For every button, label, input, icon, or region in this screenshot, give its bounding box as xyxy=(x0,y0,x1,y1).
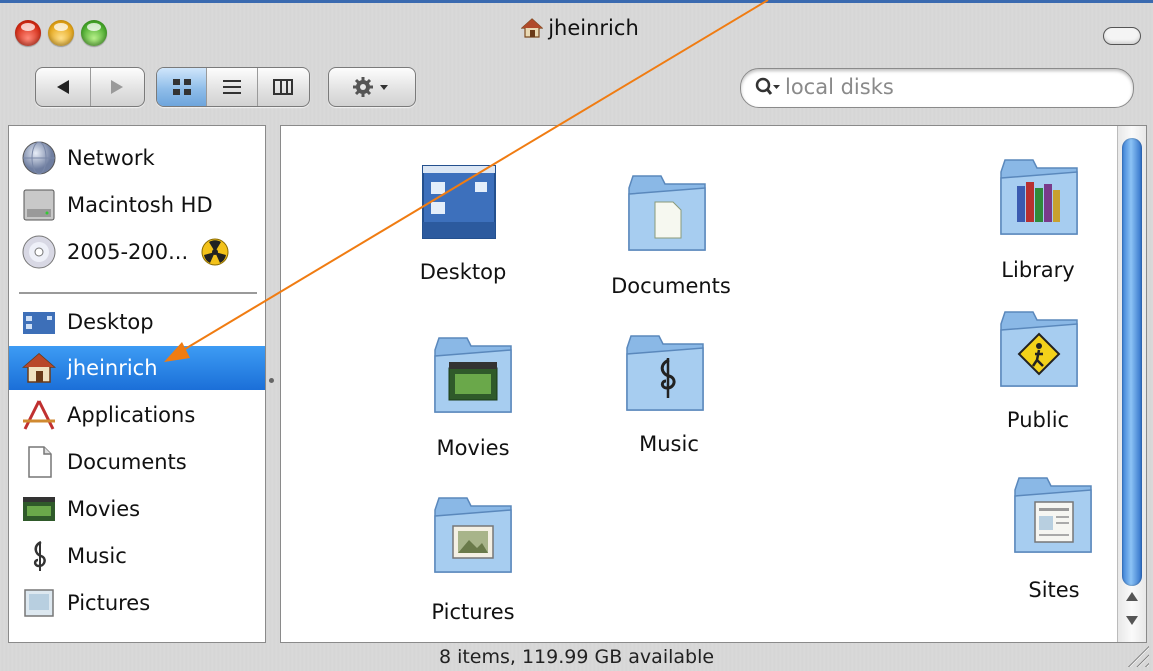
burn-icon[interactable] xyxy=(200,237,230,267)
sidebar-item-network[interactable]: Network xyxy=(9,136,265,180)
sidebar-item-movies[interactable]: Movies xyxy=(9,487,265,531)
documents-icon xyxy=(28,446,52,478)
movies-icon xyxy=(23,497,55,521)
sites-folder-icon xyxy=(1014,477,1092,553)
item-label: Desktop xyxy=(419,260,507,284)
column-view-button[interactable] xyxy=(258,68,309,106)
item-label: Library xyxy=(1001,258,1075,282)
item-label: Sites xyxy=(1028,578,1080,602)
sidebar-item-label: Network xyxy=(67,146,155,170)
hard-disk-icon xyxy=(23,189,55,221)
library-folder-icon xyxy=(1000,159,1078,235)
music-folder-icon xyxy=(626,335,704,411)
column-view-icon xyxy=(273,79,294,95)
icon-view-area: Desktop Documents Library Movies Music P… xyxy=(280,125,1147,643)
sidebar-splitter[interactable] xyxy=(269,378,274,383)
close-button[interactable] xyxy=(15,20,41,46)
vertical-scrollbar[interactable] xyxy=(1117,126,1146,642)
action-button-face[interactable] xyxy=(329,68,415,106)
applications-icon xyxy=(23,400,55,430)
item-label: Movies xyxy=(436,436,510,460)
network-globe-icon xyxy=(22,141,56,175)
search-icon xyxy=(755,77,780,95)
sidebar-separator xyxy=(19,292,257,294)
sidebar-item-macintosh-hd[interactable]: Macintosh HD xyxy=(9,183,265,227)
finder-window: jheinrich local disks Network Macintosh … xyxy=(0,0,1153,671)
gear-icon xyxy=(353,77,388,97)
home-icon xyxy=(21,353,57,383)
sidebar-item-applications[interactable]: Applications xyxy=(9,393,265,437)
search-placeholder: local disks xyxy=(785,75,894,99)
sidebar-item-label: Documents xyxy=(67,450,187,474)
icon-view-icon xyxy=(172,79,191,95)
minimize-button[interactable] xyxy=(48,20,74,46)
status-bar-text: 8 items, 119.99 GB available xyxy=(438,646,715,668)
public-folder-icon xyxy=(1000,311,1078,387)
icon-view-button[interactable] xyxy=(157,68,208,106)
item-label: Music xyxy=(639,432,699,456)
scroll-up-icon[interactable] xyxy=(1126,592,1138,601)
sidebar-item-label: Desktop xyxy=(67,310,154,334)
sidebar-item-desktop[interactable]: Desktop xyxy=(9,300,265,344)
window-title-text: jheinrich xyxy=(548,16,639,40)
forward-button[interactable] xyxy=(91,68,145,106)
toolbar-toggle-button[interactable] xyxy=(1103,27,1141,45)
window-title: jheinrich xyxy=(460,16,700,40)
documents-folder-icon xyxy=(628,175,706,251)
zoom-button[interactable] xyxy=(81,20,107,46)
sidebar-item-documents[interactable]: Documents xyxy=(9,440,265,484)
item-label: Public xyxy=(1006,408,1070,432)
item-label: Documents xyxy=(611,274,731,298)
pictures-icon xyxy=(24,589,54,617)
list-view-icon xyxy=(223,80,242,94)
music-note-icon xyxy=(33,540,46,571)
back-button[interactable] xyxy=(36,68,91,106)
sidebar-item-label: Movies xyxy=(67,497,141,521)
search-field[interactable]: local disks xyxy=(740,68,1134,108)
title-bar-edge xyxy=(0,0,1153,3)
pictures-folder-icon xyxy=(434,497,512,573)
sidebar-item-label: 2005-200... xyxy=(67,240,189,264)
sidebar-item-disc[interactable]: 2005-200... xyxy=(9,230,265,274)
sidebar-item-label: Macintosh HD xyxy=(67,193,213,217)
sidebar: Network Macintosh HD 2005-200... Desktop… xyxy=(8,125,266,643)
cd-disc-icon xyxy=(22,235,56,269)
scrollbar-thumb[interactable] xyxy=(1122,138,1142,586)
back-arrow-icon xyxy=(56,80,69,94)
sidebar-item-label: jheinrich xyxy=(67,356,158,380)
view-button-group xyxy=(156,67,310,107)
sidebar-item-pictures[interactable]: Pictures xyxy=(9,581,265,625)
sidebar-item-label: Pictures xyxy=(67,591,151,615)
desktop-icon xyxy=(23,312,55,334)
forward-arrow-icon xyxy=(111,80,124,94)
sidebar-item-music[interactable]: Music xyxy=(9,534,265,578)
action-button[interactable] xyxy=(328,67,416,107)
nav-button-group xyxy=(35,67,145,107)
desktop-folder-icon xyxy=(422,165,496,239)
sidebar-item-label: Music xyxy=(67,544,127,568)
sidebar-item-label: Applications xyxy=(67,403,196,427)
scroll-down-icon[interactable] xyxy=(1126,616,1138,625)
list-view-button[interactable] xyxy=(207,68,258,106)
item-label: Pictures xyxy=(431,600,515,624)
movies-folder-icon xyxy=(434,337,512,413)
sidebar-item-home[interactable]: jheinrich xyxy=(9,346,265,390)
home-icon xyxy=(521,18,544,38)
